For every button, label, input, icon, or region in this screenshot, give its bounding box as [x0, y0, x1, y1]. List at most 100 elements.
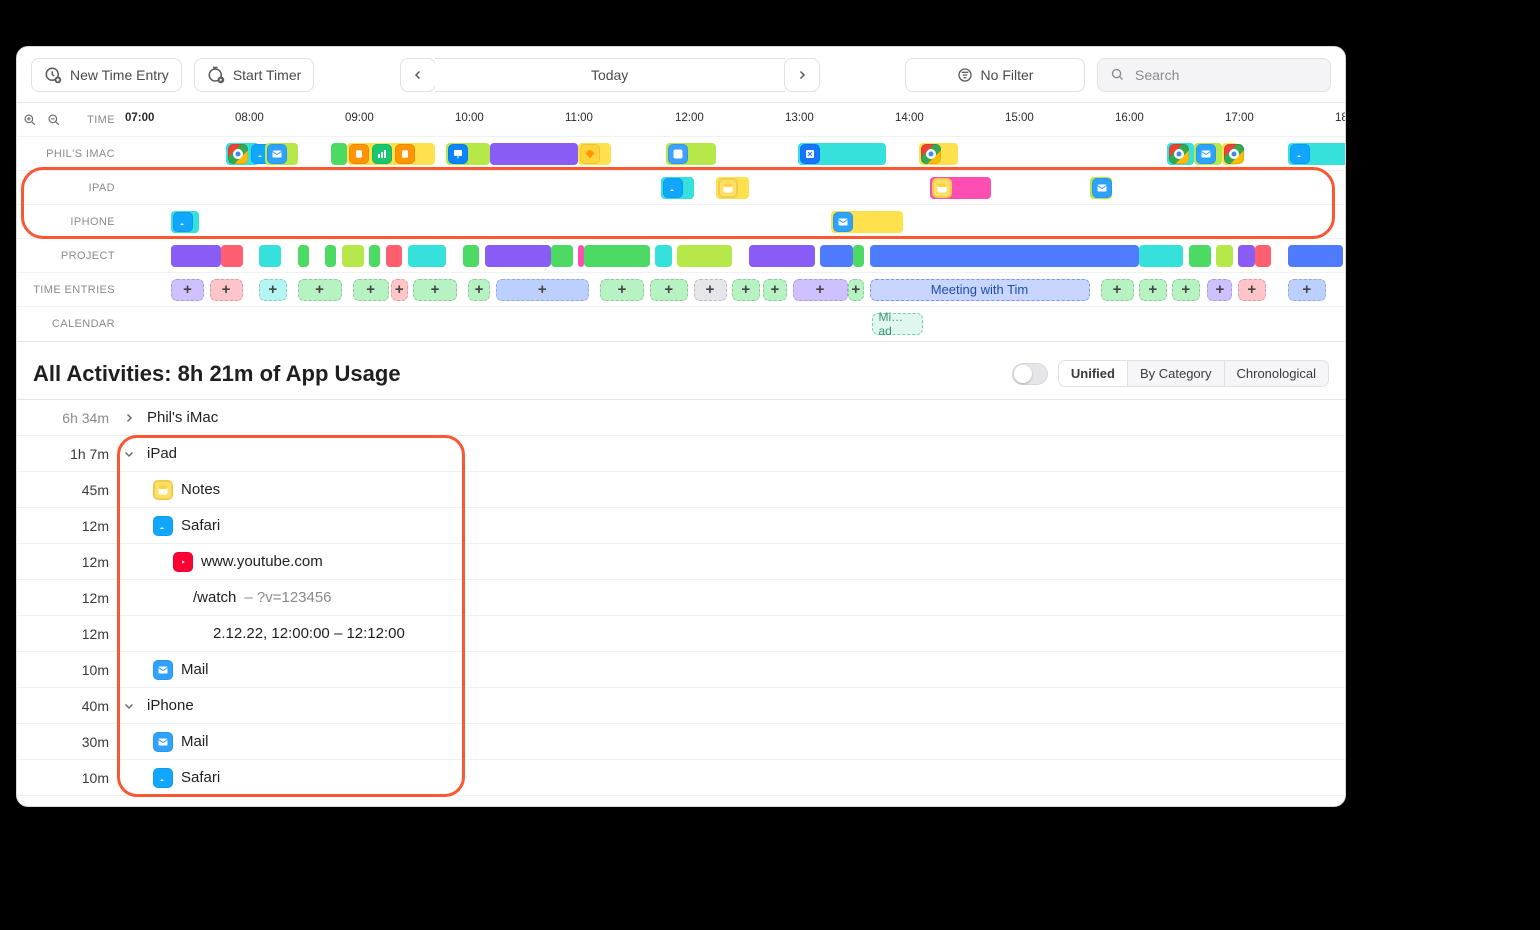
timeline-block[interactable]	[171, 211, 199, 233]
time-entry-block[interactable]: +	[1288, 279, 1327, 301]
timeline-block[interactable]	[446, 143, 490, 165]
activity-row[interactable]: 12mwww.youtube.com	[17, 544, 1345, 580]
timeline-block[interactable]	[1255, 245, 1272, 267]
timeline-block[interactable]	[347, 143, 435, 165]
timeline-block[interactable]	[853, 245, 864, 267]
time-entry-block[interactable]: +	[210, 279, 243, 301]
timeline-block[interactable]	[325, 245, 336, 267]
timeline-block[interactable]	[342, 245, 364, 267]
next-day-button[interactable]	[784, 58, 820, 92]
timeline-block[interactable]	[919, 143, 958, 165]
disclosure-chevron-icon[interactable]	[123, 736, 143, 748]
time-entry-block[interactable]: +	[1101, 279, 1134, 301]
timeline-block[interactable]	[666, 143, 716, 165]
calendar-chip[interactable]: Mi…ad	[872, 313, 923, 335]
time-entry-block[interactable]: +	[1172, 279, 1200, 301]
activity-row[interactable]: 12m/watch – ?v=123456	[17, 580, 1345, 616]
time-entry-block[interactable]: +	[600, 279, 644, 301]
timeline-block[interactable]	[655, 245, 672, 267]
timeline-block[interactable]	[716, 177, 749, 199]
activity-row[interactable]: 10mSafari	[17, 760, 1345, 796]
timeline-block[interactable]	[259, 245, 281, 267]
timeline-block[interactable]	[1288, 245, 1343, 267]
time-entry-block[interactable]: +	[259, 279, 287, 301]
activity-row[interactable]: 10mMail	[17, 652, 1345, 688]
timeline-block[interactable]	[226, 143, 259, 165]
disclosure-chevron-icon[interactable]	[123, 772, 143, 784]
time-entry-block[interactable]: +	[694, 279, 727, 301]
disclosure-chevron-icon[interactable]	[123, 412, 137, 424]
search-field[interactable]	[1097, 58, 1331, 92]
time-entry-block[interactable]: +	[1238, 279, 1266, 301]
timeline-block[interactable]	[331, 143, 348, 165]
timeline-block[interactable]	[584, 245, 650, 267]
timeline-block[interactable]	[221, 245, 243, 267]
timeline-block[interactable]	[870, 245, 1140, 267]
timeline-block[interactable]	[749, 245, 815, 267]
time-entry-block[interactable]: Meeting with Tim	[870, 279, 1090, 301]
time-entry-block[interactable]: +	[413, 279, 457, 301]
activity-row[interactable]: 6h 34mPhil's iMac	[17, 400, 1345, 436]
disclosure-chevron-icon[interactable]	[123, 448, 137, 460]
timeline-block[interactable]	[369, 245, 380, 267]
disclosure-chevron-icon[interactable]	[123, 700, 137, 712]
time-entry-block[interactable]: +	[650, 279, 689, 301]
time-entry-block[interactable]: +	[848, 279, 865, 301]
track-iphone[interactable]	[127, 211, 1345, 233]
timeline-block[interactable]	[171, 245, 221, 267]
disclosure-chevron-icon[interactable]	[123, 664, 143, 676]
timeline-block[interactable]	[1238, 245, 1255, 267]
timeline-block[interactable]	[1189, 245, 1211, 267]
timeline-block[interactable]	[1222, 143, 1239, 165]
timeline-block[interactable]	[930, 177, 991, 199]
activity-row[interactable]: 1h 7miPad	[17, 436, 1345, 472]
tab-by-category[interactable]: By Category	[1127, 361, 1224, 386]
timeline-block[interactable]	[820, 245, 853, 267]
timeline-block[interactable]: Mi…ad	[870, 313, 925, 335]
current-date-button[interactable]: Today	[435, 58, 785, 92]
activity-row[interactable]: 12m2.12.22, 12:00:00 – 12:12:00	[17, 616, 1345, 652]
timeline-block[interactable]	[1194, 143, 1222, 165]
timeline-block[interactable]	[831, 211, 903, 233]
timeline-block[interactable]	[1288, 143, 1346, 165]
time-entry-block[interactable]: +	[763, 279, 787, 301]
timeline-block[interactable]	[1216, 245, 1233, 267]
time-entry-block[interactable]: +	[353, 279, 389, 301]
disclosure-chevron-icon[interactable]	[123, 484, 143, 496]
filter-button[interactable]: No Filter	[905, 58, 1085, 92]
time-entry-block[interactable]: +	[1207, 279, 1232, 301]
activity-row[interactable]: 12mSafari	[17, 508, 1345, 544]
timeline-block[interactable]	[551, 245, 573, 267]
track-phil-imac[interactable]	[127, 143, 1345, 165]
timeline-block[interactable]	[265, 143, 298, 165]
track-time-entries[interactable]: ++++++++++++++++Meeting with Tim++++++	[127, 279, 1345, 301]
disclosure-chevron-icon[interactable]	[123, 520, 143, 532]
timeline-block[interactable]	[661, 177, 694, 199]
disclosure-chevron-icon[interactable]	[123, 556, 163, 568]
timeline-block[interactable]	[408, 245, 447, 267]
timeline-block[interactable]	[1167, 143, 1195, 165]
prev-day-button[interactable]	[400, 58, 436, 92]
time-entry-block[interactable]: +	[1139, 279, 1167, 301]
view-segmented-control[interactable]: Unified By Category Chronological	[1058, 360, 1329, 387]
track-project[interactable]	[127, 245, 1345, 267]
time-entry-block[interactable]: +	[793, 279, 848, 301]
track-ipad[interactable]	[127, 177, 1345, 199]
time-entry-block[interactable]: +	[171, 279, 204, 301]
timeline-block[interactable]	[677, 245, 732, 267]
zoom-in-button[interactable]	[21, 111, 39, 129]
timeline-block[interactable]	[298, 245, 309, 267]
time-entry-block[interactable]: +	[298, 279, 342, 301]
time-entry-block[interactable]: +	[732, 279, 760, 301]
timeline-block[interactable]	[485, 245, 551, 267]
time-entry-block[interactable]: +	[496, 279, 590, 301]
new-time-entry-button[interactable]: New Time Entry	[31, 58, 182, 92]
overview-toggle[interactable]	[1012, 363, 1048, 385]
timeline-block[interactable]	[578, 143, 611, 165]
track-calendar[interactable]: Mi…ad	[127, 313, 1345, 335]
activity-row[interactable]: 30mMail	[17, 724, 1345, 760]
time-entry-block[interactable]: +	[391, 279, 408, 301]
activity-row[interactable]: 40miPhone	[17, 688, 1345, 724]
disclosure-chevron-icon[interactable]	[123, 592, 183, 604]
timeline-block[interactable]	[386, 245, 403, 267]
